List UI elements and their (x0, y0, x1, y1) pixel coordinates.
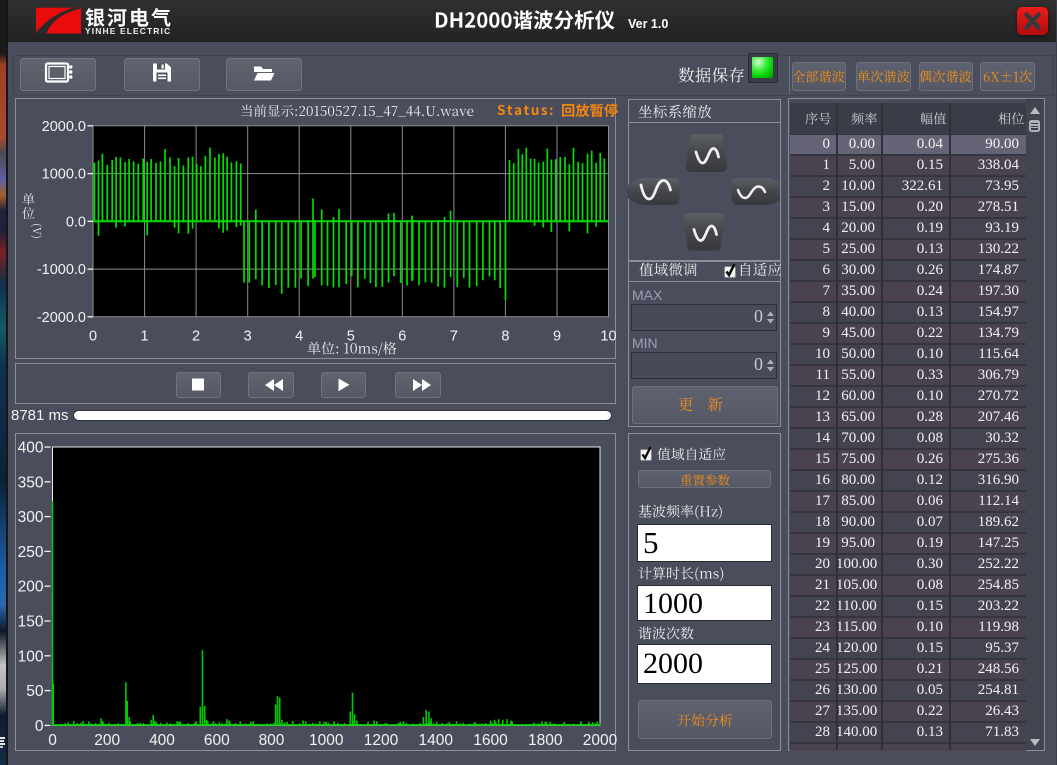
svg-text:1800: 1800 (528, 732, 563, 749)
svg-text:1600: 1600 (473, 732, 508, 749)
svg-text:1000: 1000 (309, 732, 344, 749)
svg-text:100: 100 (18, 648, 44, 665)
svg-text:0: 0 (48, 732, 57, 749)
svg-text:50: 50 (26, 683, 44, 700)
svg-text:300: 300 (18, 509, 44, 526)
svg-text:800: 800 (259, 732, 285, 749)
svg-text:350: 350 (18, 474, 44, 491)
svg-text:250: 250 (18, 544, 44, 561)
svg-text:1400: 1400 (419, 732, 454, 749)
svg-text:1200: 1200 (364, 732, 399, 749)
svg-text:600: 600 (204, 732, 230, 749)
svg-text:400: 400 (18, 440, 44, 457)
svg-text:150: 150 (18, 614, 44, 631)
svg-text:0: 0 (35, 718, 44, 735)
svg-text:400: 400 (149, 732, 175, 749)
svg-text:200: 200 (94, 732, 120, 749)
svg-text:200: 200 (18, 579, 44, 596)
svg-text:2000: 2000 (583, 732, 618, 749)
